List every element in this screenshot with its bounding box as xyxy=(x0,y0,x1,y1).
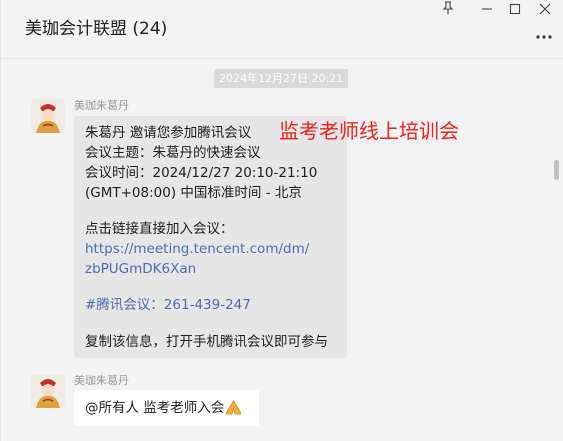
message-line: 复制该信息，打开手机腾讯会议即可参与 xyxy=(85,334,328,350)
chat-window: 美珈会计联盟 (24) 2024年12月27日 20:21 美珈朱葛丹 朱葛丹 … xyxy=(0,0,563,441)
message-line: @所有人 监考老师入会 xyxy=(85,398,242,421)
more-icon[interactable] xyxy=(532,28,556,40)
meeting-link[interactable]: https://meeting.tencent.com/dm/ xyxy=(85,239,309,259)
minimize-icon[interactable] xyxy=(476,0,498,18)
annotation-text: 监考老师线上培训会 xyxy=(279,119,459,143)
title-bar: 美珈会计联盟 (24) xyxy=(1,0,563,59)
message-scrollbar[interactable] xyxy=(549,58,563,441)
maximize-icon[interactable] xyxy=(504,0,526,18)
message-line: 朱葛丹 邀请您参加腾讯会议 xyxy=(85,125,252,141)
chat-title: 美珈会计联盟 (24) xyxy=(25,19,168,39)
close-icon[interactable] xyxy=(534,0,556,18)
message-line: 会议主题：朱葛丹的快速会议 xyxy=(85,145,261,161)
sender-name: 美珈朱葛丹 xyxy=(74,99,129,112)
praying-hands-icon xyxy=(225,400,242,421)
message-line: 点击链接直接加入会议： xyxy=(85,221,234,237)
avatar[interactable] xyxy=(31,99,65,133)
message-line: (GMT+08:00) 中国标准时间 - 北京 xyxy=(85,185,302,201)
meeting-invite-message[interactable]: 朱葛丹 邀请您参加腾讯会议 会议主题：朱葛丹的快速会议 会议时间：2024/12… xyxy=(74,116,347,358)
pin-icon[interactable] xyxy=(437,0,459,18)
sender-name: 美珈朱葛丹 xyxy=(74,374,129,387)
avatar[interactable] xyxy=(31,374,65,408)
mention-message[interactable]: @所有人 监考老师入会 xyxy=(74,390,259,426)
meeting-id-hashtag[interactable]: #腾讯会议：261-439-247 xyxy=(85,295,251,315)
message-line: 会议时间：2024/12/27 20:10-21:10 xyxy=(85,165,318,181)
timestamp-divider: 2024年12月27日 20:21 xyxy=(214,69,349,88)
scrollbar-thumb[interactable] xyxy=(554,160,559,180)
meeting-link-continued[interactable]: zbPUGmDK6Xan xyxy=(85,259,196,279)
message-text: @所有人 监考老师入会 xyxy=(85,400,225,416)
